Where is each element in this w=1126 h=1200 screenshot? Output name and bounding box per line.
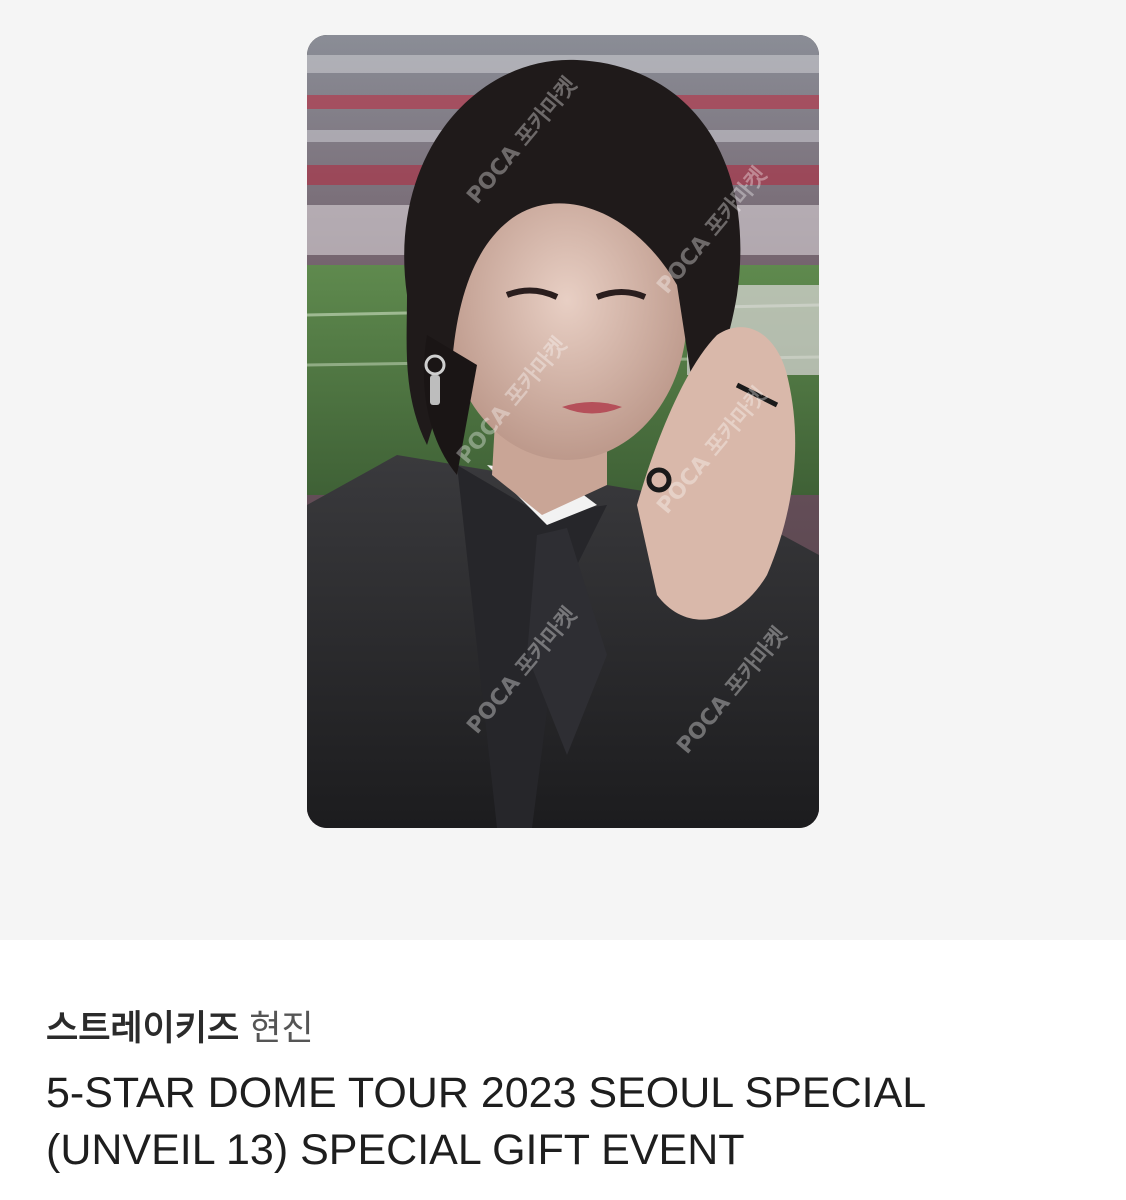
artist-line: 스트레이키즈 현진 [46,1005,314,1053]
product-title-line-1: 5-STAR DOME TOUR 2023 SEOUL SPECIAL [46,1069,927,1117]
product-title-line-2: (UNVEIL 13) SPECIAL GIFT EVENT [46,1126,745,1174]
artist-name[interactable]: 스트레이키즈 [46,1009,239,1049]
product-title: 5-STAR DOME TOUR 2023 SEOUL SPECIAL (UNV… [46,1065,1086,1179]
member-name[interactable]: 현진 [249,1009,313,1049]
product-image-area: POCA 포카마켓 POCA 포카마켓 POCA 포카마켓 POCA 포카마켓 … [0,0,1126,940]
photocard-photo: POCA 포카마켓 POCA 포카마켓 POCA 포카마켓 POCA 포카마켓 … [307,35,819,828]
photocard-image[interactable]: POCA 포카마켓 POCA 포카마켓 POCA 포카마켓 POCA 포카마켓 … [307,35,819,828]
